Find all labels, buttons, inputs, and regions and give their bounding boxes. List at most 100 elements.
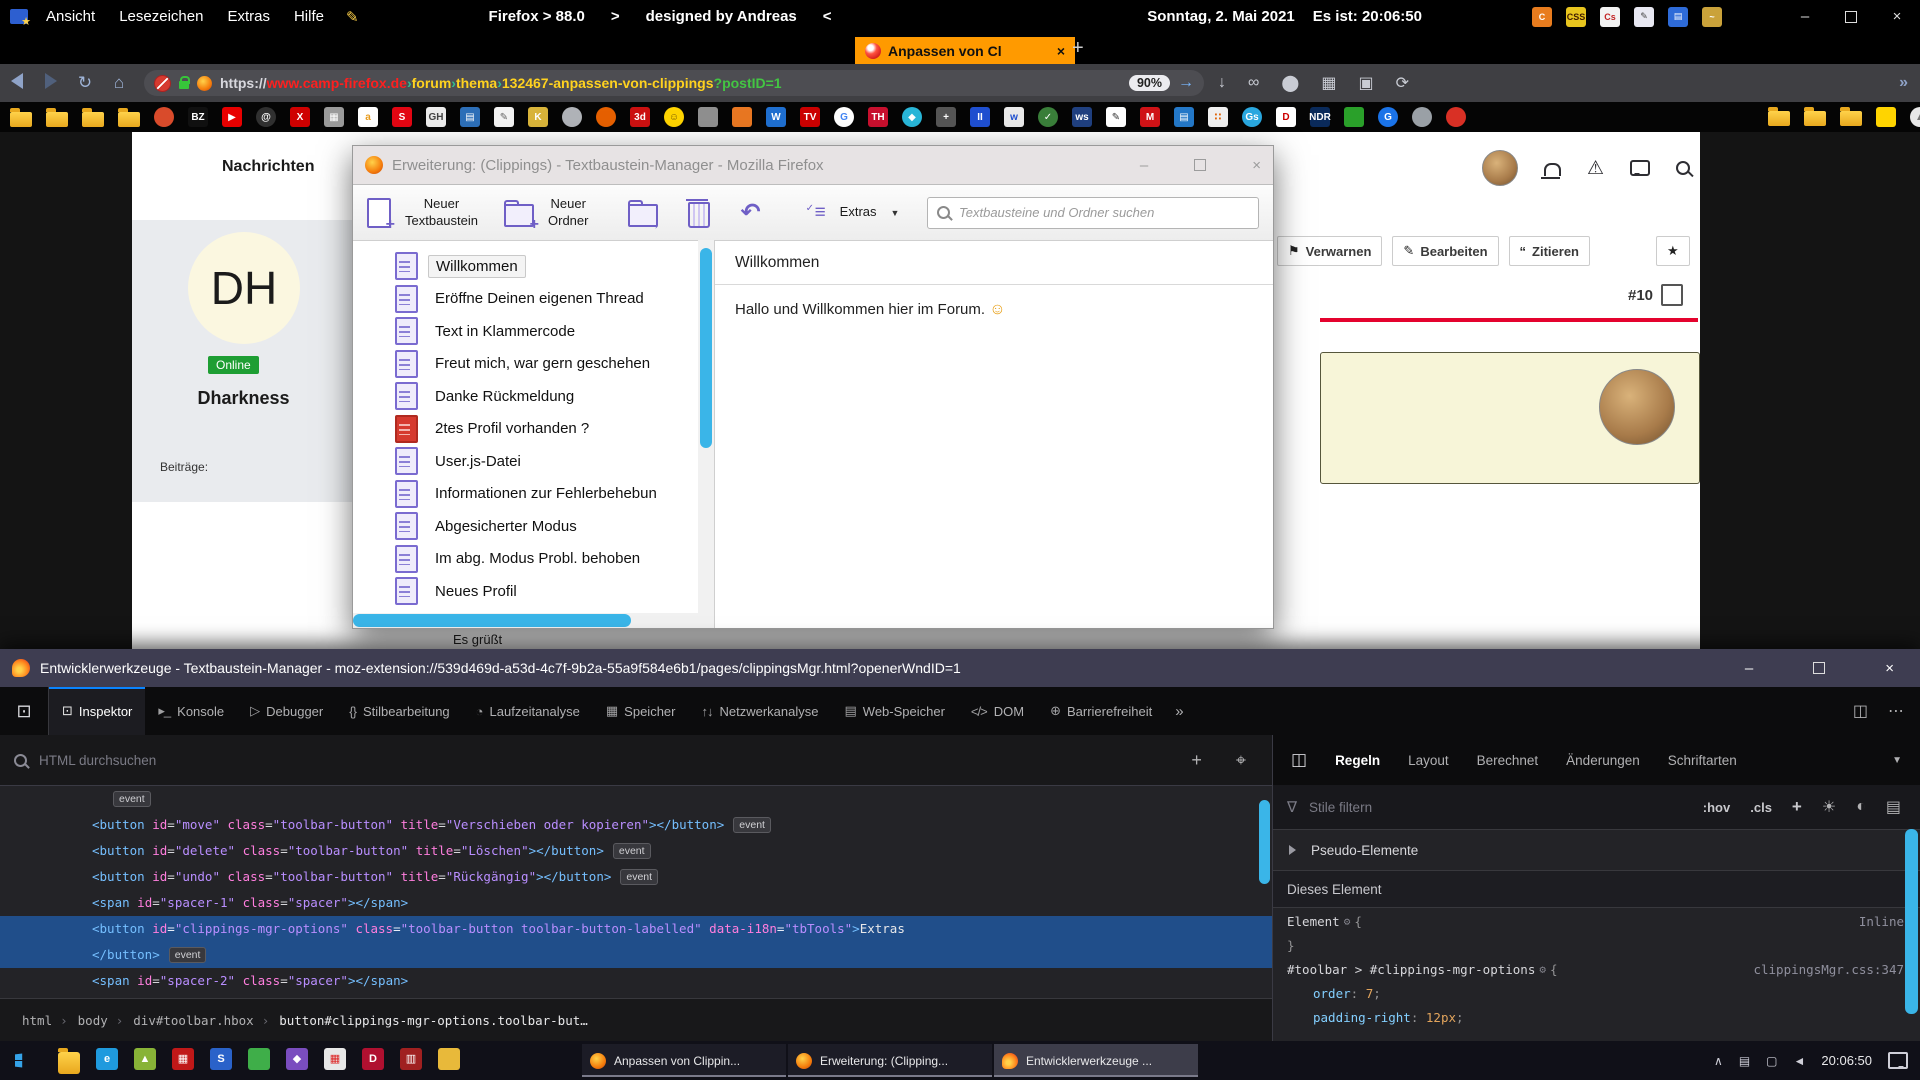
close-button[interactable]: × <box>1885 660 1894 677</box>
bookmark-icon[interactable] <box>698 107 718 127</box>
bookmark-icon[interactable]: @ <box>256 107 276 127</box>
clipping-content-field[interactable]: Hallo und Willkommen hier im Forum. ☺ <box>735 301 1253 319</box>
print-media-icon[interactable]: ▤ <box>1881 797 1906 817</box>
blocked-content-icon[interactable] <box>154 75 171 92</box>
taskbar-window-button[interactable]: Entwicklerwerkzeuge ... <box>994 1044 1198 1077</box>
bookmark-icon[interactable]: ∷ <box>1208 107 1228 127</box>
breadcrumb-item[interactable]: body <box>56 1013 112 1028</box>
code-line[interactable]: <button id="undo" class="toolbar-button"… <box>0 864 1272 890</box>
clipping-label[interactable]: Willkommen <box>428 255 526 278</box>
taskbar-app-icon[interactable]: S <box>210 1048 232 1070</box>
list-item[interactable]: Freut mich, war gern geschehen <box>395 348 714 381</box>
rule-selector[interactable]: #toolbar > #clippings-mgr-options <box>1287 958 1535 982</box>
menubar-addon-icon[interactable]: CSS <box>1566 7 1586 27</box>
maximize-button[interactable] <box>1813 662 1825 674</box>
clipping-label[interactable]: User.js-Datei <box>428 451 528 472</box>
undo-icon[interactable]: ↶ <box>740 201 760 225</box>
cat-avatar[interactable] <box>1599 369 1675 445</box>
meatball-menu-icon[interactable]: ⋯ <box>1888 701 1904 721</box>
notes-icon[interactable]: ✎ <box>346 8 359 26</box>
list-item[interactable]: Informationen zur Fehlerbehebun <box>395 478 714 511</box>
page-title[interactable]: Nachrichten <box>222 158 314 176</box>
taskbar-app-icon[interactable]: ▦ <box>324 1048 346 1070</box>
sidebar-tab[interactable]: Berechnet <box>1463 753 1553 768</box>
code-line[interactable]: <button id="clippings-mgr-options" class… <box>0 916 1272 942</box>
zoom-level-badge[interactable]: 90% <box>1129 75 1170 91</box>
bookmark-icon[interactable]: TH <box>868 107 888 127</box>
new-tab-button[interactable]: + <box>1072 37 1084 60</box>
toolbar-icon[interactable]: ∞ <box>1248 74 1259 92</box>
code-line[interactable]: <button id="delete" class="toolbar-butto… <box>0 838 1272 864</box>
home-button[interactable]: ⌂ <box>102 73 136 93</box>
bookmark-icon[interactable]: M <box>1140 107 1160 127</box>
volume-icon[interactable]: ◄ <box>1794 1054 1806 1068</box>
taskbar-window-button[interactable]: Anpassen von Clippin... <box>582 1044 786 1077</box>
star-button[interactable]: ★ <box>1656 236 1690 266</box>
devtools-tab[interactable]: ⊕ Barrierefreiheit <box>1037 687 1165 735</box>
bookmark-icon[interactable] <box>1876 107 1896 127</box>
go-arrow-icon[interactable]: → <box>1178 74 1194 92</box>
back-button[interactable] <box>0 73 34 94</box>
tray-expand-icon[interactable]: ∧ <box>1714 1054 1723 1068</box>
bookmark-icon[interactable]: ▤ <box>1174 107 1194 127</box>
clipping-label[interactable]: Eröffne Deinen eigenen Thread <box>428 288 651 309</box>
taskbar-app-icon[interactable]: e <box>96 1048 118 1070</box>
chat-icon[interactable] <box>1630 160 1650 176</box>
move-copy-icon[interactable] <box>628 204 658 227</box>
devtools-tab[interactable]: ⊡ Inspektor <box>49 687 145 735</box>
lock-icon[interactable] <box>179 81 189 89</box>
clipping-label[interactable]: Freut mich, war gern geschehen <box>428 353 657 374</box>
bookmark-icon[interactable]: BZ <box>188 107 208 127</box>
menubar-addon-icon[interactable]: ▤ <box>1668 7 1688 27</box>
breadcrumb-item[interactable]: html <box>18 1013 56 1028</box>
property-name[interactable]: order <box>1313 986 1351 1001</box>
bookmark-icon[interactable] <box>732 107 752 127</box>
scrollbar-thumb[interactable] <box>353 614 631 627</box>
toolbar-icon[interactable]: ▦ <box>1321 73 1336 93</box>
bookmark-icon[interactable]: ws <box>1072 107 1092 127</box>
delete-icon[interactable] <box>688 202 710 228</box>
forward-button[interactable] <box>34 73 68 94</box>
bookmark-icon[interactable] <box>82 112 104 127</box>
clipping-label[interactable]: Text in Klammercode <box>428 321 582 342</box>
bell-icon[interactable] <box>1544 163 1561 176</box>
minimize-button[interactable]: – <box>1745 660 1753 677</box>
bookmark-icon[interactable] <box>1344 107 1364 127</box>
devtools-tab[interactable]: </> DOM <box>958 687 1037 735</box>
split-console-icon[interactable]: ◫ <box>1853 701 1868 721</box>
gear-icon[interactable]: ⚙ <box>1340 910 1355 934</box>
bookmark-icon[interactable]: w <box>1004 107 1024 127</box>
pick-element-icon[interactable]: ⊡ <box>0 687 49 735</box>
bookmark-icon[interactable]: II <box>970 107 990 127</box>
new-clipping-icon[interactable] <box>367 198 391 228</box>
clipping-label[interactable]: Informationen zur Fehlerbehebun <box>428 483 664 504</box>
bookmark-icon[interactable]: G <box>1378 107 1398 127</box>
code-line[interactable]: </button>event <box>0 942 1272 968</box>
clipping-title-field[interactable]: Willkommen <box>735 254 1253 272</box>
search-input[interactable] <box>957 204 1249 221</box>
bookmark-icon[interactable] <box>1840 111 1862 126</box>
taskbar-app-icon[interactable] <box>58 1052 80 1074</box>
tab-close-icon[interactable]: × <box>1057 43 1065 59</box>
bookmark-icon[interactable]: ✎ <box>494 107 514 127</box>
menubar-addon-icon[interactable]: ~ <box>1702 7 1722 27</box>
hover-toggle[interactable]: :hov <box>1698 800 1735 815</box>
devtools-tab[interactable]: {} Stilbearbeitung <box>336 687 462 735</box>
menubar-addon-icon[interactable]: ✎ <box>1634 7 1654 27</box>
list-item[interactable]: Willkommen <box>395 250 714 283</box>
taskbar-app-icon[interactable]: ▲ <box>134 1048 156 1070</box>
extras-icon[interactable]: ≡ <box>815 202 826 224</box>
list-item[interactable]: Im abg. Modus Probl. behoben <box>395 543 714 576</box>
username[interactable]: Dharkness <box>132 388 355 409</box>
bookmark-icon[interactable]: 3d <box>630 107 650 127</box>
breadcrumb-item[interactable]: button#clippings-mgr-options.toolbar-but… <box>258 1013 592 1028</box>
bookmark-icon[interactable]: ☺ <box>664 107 684 127</box>
markup-view[interactable]: event <button id="move" class="toolbar-b… <box>0 786 1272 998</box>
scrollbar-thumb[interactable] <box>1905 829 1918 1014</box>
list-vertical-scrollbar[interactable] <box>698 240 714 613</box>
browser-tab[interactable]: Anpassen von Cl × <box>855 37 1075 64</box>
bookmark-icon[interactable]: NDR <box>1310 107 1330 127</box>
devtools-tab[interactable]: ▷ Debugger <box>237 687 336 735</box>
bookmark-icon[interactable] <box>1804 111 1826 126</box>
bookmark-icon[interactable]: D <box>1276 107 1296 127</box>
